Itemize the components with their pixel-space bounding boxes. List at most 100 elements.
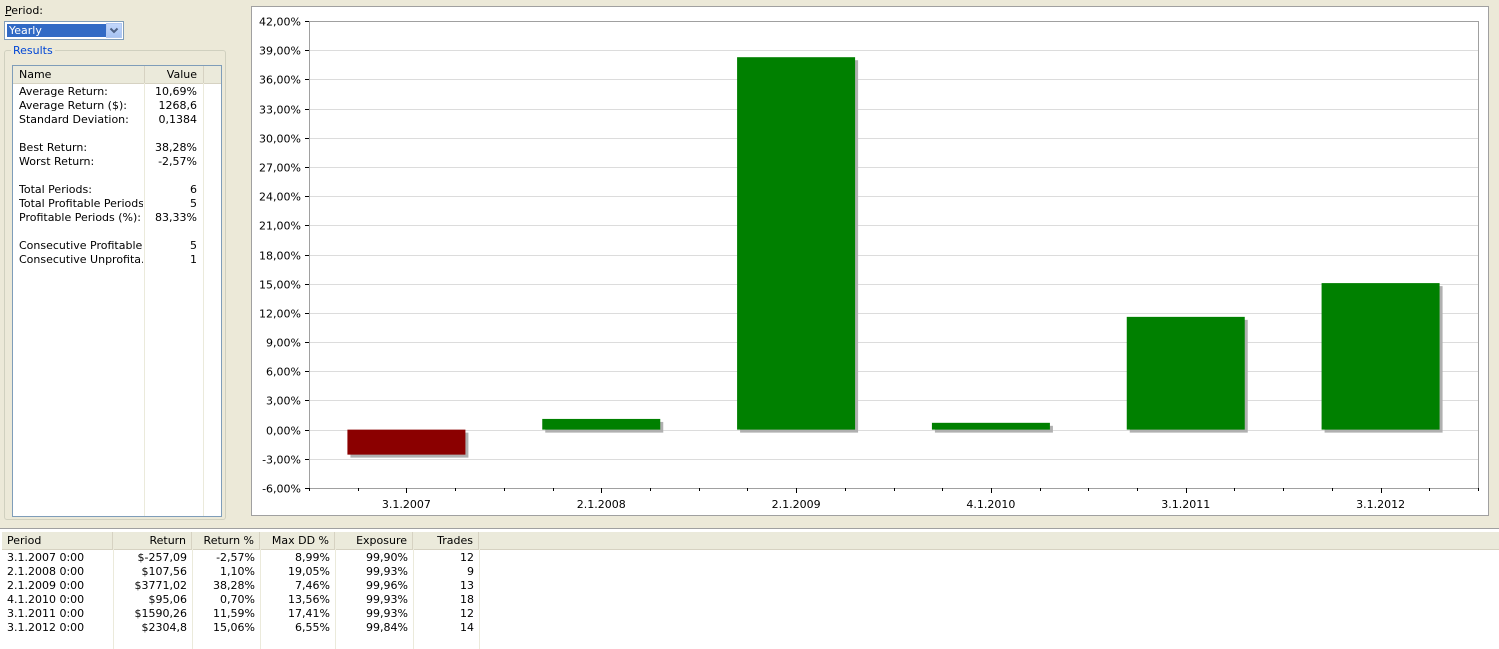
cell-trades: 14 <box>460 621 474 634</box>
y-tick-label: 12,00% <box>259 308 301 321</box>
x-tick-label: 3.1.2012 <box>1356 498 1405 511</box>
results-row[interactable]: Average Return ($): 1268,6 <box>13 99 203 113</box>
column-header-trades[interactable]: Trades <box>413 532 479 549</box>
column-header-max-dd[interactable]: Max DD % <box>260 532 335 549</box>
table-row[interactable]: 3.1.2012 0:00 $2304,8 15,06% 6,55% 99,84% 14 <box>2 621 480 635</box>
column-header-return-pct[interactable]: Return % <box>192 532 260 549</box>
cell-return-pct: 1,10% <box>220 565 255 578</box>
cell-max-dd: 17,41% <box>288 607 330 620</box>
column-header-period[interactable]: Period <box>2 532 113 549</box>
results-row[interactable]: Worst Return: -2,57% <box>13 155 203 169</box>
period-dropdown-value: Yearly <box>7 24 107 37</box>
result-value: 5 <box>190 197 197 210</box>
column-header-name[interactable]: Name <box>13 66 145 83</box>
result-value: 38,28% <box>155 141 197 154</box>
y-tick-label: 18,00% <box>259 250 301 263</box>
table-row[interactable]: 3.1.2007 0:00 $-257,09 -2,57% 8,99% 99,90% 12 <box>2 551 480 565</box>
result-value: 0,1384 <box>158 113 198 126</box>
results-row[interactable] <box>13 127 203 141</box>
y-tick-label: 15,00% <box>259 279 301 292</box>
cell-return: $3771,02 <box>134 579 188 592</box>
table-row[interactable]: 4.1.2010 0:00 $95,06 0,70% 13,56% 99,93% 18 <box>2 593 480 607</box>
result-value: -2,57% <box>158 155 197 168</box>
table-row[interactable]: 3.1.2011 0:00 $1590,26 11,59% 17,41% 99,93% 1… <box>2 607 480 621</box>
y-tick-label: 3,00% <box>266 395 301 408</box>
result-name: Worst Return: <box>19 155 95 168</box>
cell-max-dd: 6,55% <box>295 621 330 634</box>
cell-max-dd: 19,05% <box>288 565 330 578</box>
y-tick-label: 36,00% <box>259 74 301 87</box>
cell-trades: 12 <box>460 551 474 564</box>
y-tick-label: 42,00% <box>259 16 301 29</box>
results-row[interactable]: Consecutive Profitable: 5 <box>13 239 203 253</box>
y-tick-label: -3,00% <box>262 454 301 467</box>
column-header-value[interactable]: Value <box>145 66 204 83</box>
result-value: 83,33% <box>155 211 197 224</box>
result-name: Average Return: <box>19 85 108 98</box>
period-dropdown[interactable]: Yearly <box>4 21 124 40</box>
results-row[interactable]: Best Return: 38,28% <box>13 141 203 155</box>
bar <box>347 429 466 455</box>
chevron-down-icon <box>109 27 119 34</box>
bar <box>1126 316 1245 430</box>
period-label: Period: <box>5 4 44 17</box>
cell-return: $1590,26 <box>134 607 188 620</box>
results-list[interactable]: Name Value Average Return: 10,69% Average … <box>12 65 222 517</box>
cell-return: $107,56 <box>141 565 188 578</box>
cell-exposure: 99,93% <box>366 565 408 578</box>
result-name: Total Profitable Periods: <box>19 197 143 210</box>
y-tick-label: 9,00% <box>266 337 301 350</box>
bar <box>542 418 661 430</box>
results-row[interactable]: Total Profitable Periods: 5 <box>13 197 203 211</box>
column-header-return[interactable]: Return <box>113 532 192 549</box>
results-row[interactable]: Profitable Periods (%): 83,33% <box>13 211 203 225</box>
cell-period: 3.1.2012 0:00 <box>7 621 85 634</box>
y-tick-label: 6,00% <box>266 366 301 379</box>
table-row[interactable]: 2.1.2009 0:00 $3771,02 38,28% 7,46% 99,96% 13 <box>2 579 480 593</box>
results-list-header: Name Value <box>13 66 221 84</box>
y-tick-label: 0,00% <box>266 425 301 438</box>
x-tick-label: 3.1.2011 <box>1161 498 1210 511</box>
cell-return: $2304,8 <box>141 621 188 634</box>
x-tick-label: 4.1.2010 <box>966 498 1015 511</box>
bar <box>737 57 856 430</box>
result-name: Standard Deviation: <box>19 113 129 126</box>
result-name: Average Return ($): <box>19 99 127 112</box>
y-tick-label: 33,00% <box>259 104 301 117</box>
bar <box>931 422 1050 430</box>
period-table-header: Period Return Return % Max DD % Exposure… <box>2 532 1499 550</box>
x-tick-label: 2.1.2008 <box>577 498 626 511</box>
dropdown-button[interactable] <box>106 23 122 38</box>
cell-exposure: 99,93% <box>366 593 408 606</box>
results-row[interactable]: Consecutive Unprofita... 1 <box>13 253 203 267</box>
results-group-title: Results <box>11 44 55 57</box>
period-table[interactable]: Period Return Return % Max DD % Exposure… <box>0 528 1499 649</box>
result-name: Profitable Periods (%): <box>19 211 142 224</box>
cell-max-dd: 7,46% <box>295 579 330 592</box>
y-tick-label: -6,00% <box>262 483 301 496</box>
result-value: 1268,6 <box>158 99 198 112</box>
cell-period: 3.1.2007 0:00 <box>7 551 85 564</box>
cell-return-pct: 11,59% <box>213 607 255 620</box>
bar <box>1321 283 1440 430</box>
cell-max-dd: 8,99% <box>295 551 330 564</box>
cell-return: $-257,09 <box>137 551 187 564</box>
results-row[interactable]: Total Periods: 6 <box>13 183 203 197</box>
results-row[interactable] <box>13 169 203 183</box>
cell-return-pct: 38,28% <box>213 579 255 592</box>
table-row[interactable]: 2.1.2008 0:00 $107,56 1,10% 19,05% 99,93% 9 <box>2 565 480 579</box>
cell-return-pct: 15,06% <box>213 621 255 634</box>
results-row[interactable] <box>13 225 203 239</box>
cell-trades: 12 <box>460 607 474 620</box>
result-name: Consecutive Profitable: <box>19 239 143 252</box>
cell-exposure: 99,84% <box>366 621 408 634</box>
y-tick-label: 30,00% <box>259 133 301 146</box>
cell-trades: 13 <box>460 579 474 592</box>
results-row[interactable]: Average Return: 10,69% <box>13 85 203 99</box>
column-header-exposure[interactable]: Exposure <box>335 532 413 549</box>
results-row[interactable]: Standard Deviation: 0,1384 <box>13 113 203 127</box>
cell-period: 3.1.2011 0:00 <box>7 607 85 620</box>
results-group: Results Name Value Average Return: 10,69%… <box>4 44 226 520</box>
result-value: 6 <box>190 183 197 196</box>
cell-exposure: 99,93% <box>366 607 408 620</box>
